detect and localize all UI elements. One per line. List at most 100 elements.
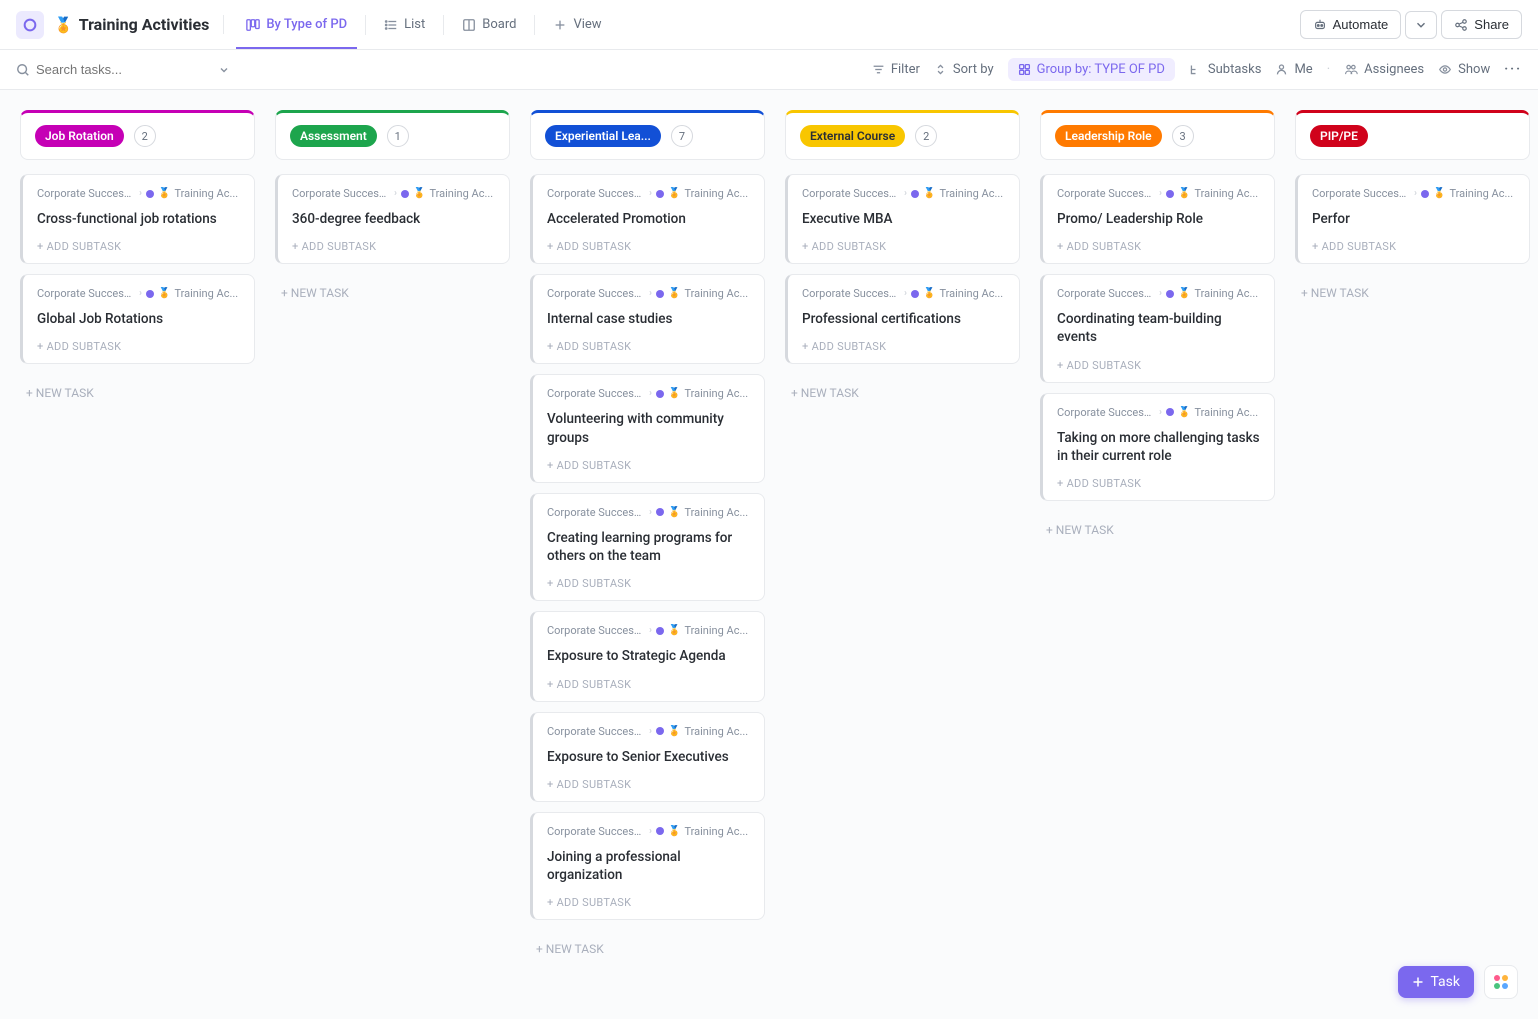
add-subtask-button[interactable]: + ADD SUBTASK	[1057, 240, 1260, 253]
list-emoji-icon: 🏅	[668, 625, 680, 636]
new-task-button[interactable]: + NEW TASK	[1295, 278, 1530, 304]
task-card[interactable]: Corporate Succession ...›🏅Training Ac...…	[785, 274, 1020, 364]
new-task-button[interactable]: + NEW TASK	[1040, 515, 1275, 541]
tab-add-view[interactable]: View	[543, 11, 611, 38]
add-subtask-button[interactable]: + ADD SUBTASK	[547, 778, 750, 791]
show-button[interactable]: Show	[1438, 62, 1490, 77]
page-title-text: Training Activities	[79, 15, 210, 34]
tab-label: List	[404, 17, 425, 32]
add-subtask-button[interactable]: + ADD SUBTASK	[292, 240, 495, 253]
task-card[interactable]: Corporate Succession ...›🏅Training Ac...…	[530, 712, 765, 802]
breadcrumb-root: Corporate Succession ...	[37, 187, 135, 200]
add-subtask-button[interactable]: + ADD SUBTASK	[1057, 359, 1260, 372]
add-subtask-button[interactable]: + ADD SUBTASK	[1312, 240, 1515, 253]
breadcrumb: Corporate Succession ...›🏅Training Ac...	[547, 825, 750, 838]
list-color-dot-icon	[656, 190, 664, 198]
breadcrumb-leaf: Training Ac...	[684, 624, 748, 637]
add-subtask-button[interactable]: + ADD SUBTASK	[547, 896, 750, 909]
column-header[interactable]: Experiential Lea...7	[530, 110, 765, 160]
chevron-down-icon[interactable]	[218, 64, 230, 76]
column-count-badge: 3	[1172, 125, 1194, 147]
add-subtask-button[interactable]: + ADD SUBTASK	[37, 240, 240, 253]
groupby-label: Group by: TYPE OF PD	[1037, 62, 1165, 77]
groupby-button[interactable]: Group by: TYPE OF PD	[1008, 58, 1175, 81]
add-subtask-button[interactable]: + ADD SUBTASK	[802, 240, 1005, 253]
group-icon	[1018, 63, 1031, 76]
breadcrumb: Corporate Succession ...›🏅Training Ac...	[547, 506, 750, 519]
new-task-button[interactable]: + NEW TASK	[530, 934, 765, 960]
search-tasks[interactable]	[16, 62, 216, 77]
automate-button[interactable]: Automate	[1300, 10, 1402, 39]
share-button[interactable]: Share	[1441, 10, 1522, 39]
add-subtask-button[interactable]: + ADD SUBTASK	[547, 240, 750, 253]
new-task-button[interactable]: + NEW TASK	[20, 378, 255, 404]
add-subtask-button[interactable]: + ADD SUBTASK	[547, 340, 750, 353]
task-card[interactable]: Corporate Succession ...›🏅Training Ac...…	[530, 274, 765, 364]
search-icon	[16, 63, 30, 77]
app-logo-icon[interactable]	[16, 11, 44, 39]
task-card[interactable]: Corporate Succession ...›🏅Training Ac...…	[1040, 393, 1275, 501]
breadcrumb: Corporate Succession ...›🏅Training Ac...	[1057, 187, 1260, 200]
tab-list[interactable]: List	[374, 11, 435, 38]
chevron-down-icon	[1414, 18, 1428, 32]
tab-board[interactable]: Board	[452, 11, 526, 38]
search-input[interactable]	[36, 62, 212, 77]
filter-button[interactable]: Filter	[872, 62, 920, 77]
task-card[interactable]: Corporate Succession ...›🏅Training Ac...…	[530, 611, 765, 701]
subtasks-label: Subtasks	[1208, 62, 1262, 77]
subtasks-button[interactable]: Subtasks	[1189, 62, 1262, 77]
task-card[interactable]: Corporate Succession ...›🏅Training Ac...…	[1040, 274, 1275, 382]
assignees-button[interactable]: Assignees	[1344, 62, 1424, 77]
task-card[interactable]: Corporate Succession ...›🏅Training Ac...…	[530, 812, 765, 920]
new-task-fab[interactable]: Task	[1398, 966, 1474, 998]
task-card[interactable]: Corporate Succession ...›🏅Training Ac...…	[20, 274, 255, 364]
task-title: Professional certifications	[802, 310, 1005, 328]
chevron-right-icon: ›	[394, 188, 397, 199]
add-subtask-button[interactable]: + ADD SUBTASK	[547, 577, 750, 590]
apps-launcher-button[interactable]	[1484, 965, 1518, 999]
automate-dropdown-button[interactable]	[1405, 11, 1437, 39]
breadcrumb-root: Corporate Succession ...	[1057, 287, 1155, 300]
task-card[interactable]: Corporate Succession ...›🏅Training Ac...…	[1040, 174, 1275, 264]
task-card[interactable]: Corporate Succession ...›🏅Training Ac...…	[785, 174, 1020, 264]
add-subtask-button[interactable]: + ADD SUBTASK	[547, 459, 750, 472]
task-card[interactable]: Corporate Succession ...›🏅Training Ac...…	[530, 374, 765, 482]
task-card[interactable]: Corporate Succession ...›🏅Training Ac...…	[530, 174, 765, 264]
task-card[interactable]: Corporate Succession ...›🏅Training Ac...…	[20, 174, 255, 264]
column-count-badge: 2	[134, 125, 156, 147]
new-task-button[interactable]: + NEW TASK	[785, 378, 1020, 404]
column-header[interactable]: Assessment1	[275, 110, 510, 160]
column-header[interactable]: Leadership Role3	[1040, 110, 1275, 160]
new-task-button[interactable]: + NEW TASK	[275, 278, 510, 304]
task-card[interactable]: Corporate Succession ...›🏅Training Ac...…	[275, 174, 510, 264]
board-scroll-area[interactable]: Job Rotation2Corporate Succession ...›🏅T…	[0, 90, 1538, 1017]
task-card[interactable]: Corporate Succession ...›🏅Training Ac...…	[530, 493, 765, 601]
breadcrumb-leaf: Training Ac...	[429, 187, 493, 200]
breadcrumb-root: Corporate Succession ...	[37, 287, 135, 300]
add-subtask-button[interactable]: + ADD SUBTASK	[547, 678, 750, 691]
robot-icon	[1313, 18, 1327, 32]
add-subtask-button[interactable]: + ADD SUBTASK	[802, 340, 1005, 353]
list-emoji-icon: 🏅	[1178, 188, 1190, 199]
add-subtask-button[interactable]: + ADD SUBTASK	[1057, 477, 1260, 490]
breadcrumb-root: Corporate Succession ...	[1057, 406, 1155, 419]
board-column-leadership-role: Leadership Role3 Corporate Succession ...…	[1040, 110, 1275, 541]
task-card[interactable]: Corporate Succession ...›🏅Training Ac...…	[1295, 174, 1530, 264]
me-button[interactable]: Me	[1275, 62, 1312, 77]
eye-icon	[1438, 63, 1452, 76]
chevron-right-icon: ›	[139, 288, 142, 299]
breadcrumb: Corporate Succession ...›🏅Training Ac...	[37, 187, 240, 200]
list-emoji-icon: 🏅	[668, 288, 680, 299]
column-header[interactable]: External Course2	[785, 110, 1020, 160]
more-options-button[interactable]: ···	[1504, 62, 1522, 77]
breadcrumb: Corporate Succession ...›🏅Training Ac...	[547, 187, 750, 200]
column-header[interactable]: PIP/PE	[1295, 110, 1530, 160]
tab-by-type-of-pd[interactable]: By Type of PD	[236, 11, 357, 38]
breadcrumb-leaf: Training Ac...	[1194, 287, 1258, 300]
top-bar: 🏅 Training Activities By Type of PD List…	[0, 0, 1538, 50]
breadcrumb-root: Corporate Succession ...	[802, 287, 900, 300]
sortby-button[interactable]: Sort by	[934, 62, 994, 77]
add-subtask-button[interactable]: + ADD SUBTASK	[37, 340, 240, 353]
task-title: 360-degree feedback	[292, 210, 495, 228]
column-header[interactable]: Job Rotation2	[20, 110, 255, 160]
